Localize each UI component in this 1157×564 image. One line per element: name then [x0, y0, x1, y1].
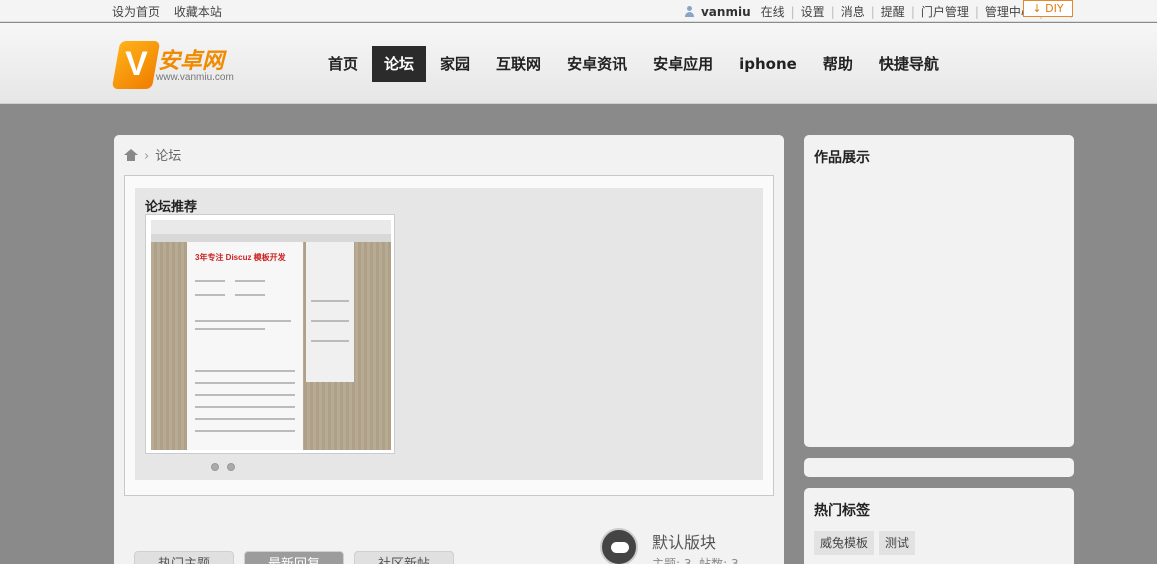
diy-button[interactable]: ↓ DIY: [1023, 0, 1073, 17]
logo-text: 安卓网: [158, 49, 225, 74]
settings-link[interactable]: 设置: [801, 5, 825, 19]
username-link[interactable]: vanmiu: [701, 5, 751, 19]
cloud-icon: [600, 528, 638, 564]
messages-link[interactable]: 消息: [841, 5, 865, 19]
top-utility-bar: 设为首页 收藏本站 vanmiu在线|设置|消息|提醒|门户管理|管理中心|退出…: [0, 0, 1157, 22]
notifications-link[interactable]: 提醒: [881, 5, 905, 19]
tab-hot-topics[interactable]: 热门主题: [134, 551, 234, 564]
nav-forum[interactable]: 论坛: [372, 46, 427, 82]
tag-list: 威兔模板 测试: [814, 531, 916, 555]
forum-stats: 主题: 3, 帖数: 3: [652, 557, 739, 564]
nav-iphone[interactable]: iphone: [727, 46, 809, 82]
slider-frame: 论坛推荐 3年专注 Discuz 模板开发: [124, 175, 774, 496]
divider: |: [870, 5, 875, 19]
slider-panel: 论坛推荐 3年专注 Discuz 模板开发: [135, 188, 763, 480]
breadcrumb: › 论坛: [124, 145, 181, 164]
logo-v-icon: V: [111, 41, 161, 89]
user-icon: [684, 6, 695, 17]
main-content: › 论坛 论坛推荐 3年专注 Discuz 模板开发 默认版块 主题: 3, 帖…: [114, 135, 784, 564]
topic-tabs: 热门主题 最新回复 社区新帖: [134, 551, 454, 564]
nav-home[interactable]: 首页: [316, 46, 370, 82]
divider: |: [974, 5, 979, 19]
nav-android-news[interactable]: 安卓资讯: [555, 46, 639, 82]
showcase-title: 作品展示: [814, 150, 870, 166]
tag-item[interactable]: 测试: [879, 531, 916, 555]
main-nav: 首页 论坛 家园 互联网 安卓资讯 安卓应用 iphone 帮助 快捷导航: [316, 46, 953, 82]
diy-label: DIY: [1045, 2, 1064, 15]
hot-tags-panel: 热门标签 威兔模板 测试: [804, 488, 1074, 564]
bookmark-link[interactable]: 收藏本站: [174, 5, 222, 19]
thumbnail-banner: 3年专注 Discuz 模板开发: [195, 253, 286, 262]
nav-help[interactable]: 帮助: [811, 46, 865, 82]
slider-dot[interactable]: [211, 463, 219, 471]
hot-tags-title: 热门标签: [814, 503, 870, 519]
top-right-links: vanmiu在线|设置|消息|提醒|门户管理|管理中心|退出: [684, 3, 1073, 20]
slider-title: 论坛推荐: [145, 200, 198, 215]
portal-admin-link[interactable]: 门户管理: [921, 5, 969, 19]
breadcrumb-current[interactable]: 论坛: [155, 149, 181, 164]
nav-quick-nav[interactable]: 快捷导航: [867, 46, 951, 82]
divider: |: [790, 5, 795, 19]
site-header: V 安卓网 www.vanmiu.com 首页 论坛 家园 互联网 安卓资讯 安…: [0, 23, 1157, 104]
nav-internet[interactable]: 互联网: [484, 46, 553, 82]
top-left-links: 设为首页 收藏本站: [112, 3, 232, 20]
slider-dot[interactable]: [227, 463, 235, 471]
home-icon[interactable]: [124, 149, 138, 161]
logo-url: www.vanmiu.com: [156, 72, 234, 83]
tab-new-posts[interactable]: 社区新帖: [354, 551, 454, 564]
slider-dots: [211, 463, 235, 471]
site-logo[interactable]: V 安卓网 www.vanmiu.com: [111, 37, 246, 95]
sidebar-spacer-panel: [804, 458, 1074, 477]
forum-name[interactable]: 默认版块: [652, 529, 716, 553]
set-home-link[interactable]: 设为首页: [112, 5, 160, 19]
nav-space[interactable]: 家园: [428, 46, 482, 82]
tag-item[interactable]: 威兔模板: [814, 531, 875, 555]
divider: |: [830, 5, 835, 19]
slide-thumbnail: 3年专注 Discuz 模板开发: [151, 220, 391, 450]
online-link[interactable]: 在线: [761, 5, 785, 19]
showcase-panel: 作品展示: [804, 135, 1074, 447]
down-arrow-icon: ↓: [1032, 2, 1042, 15]
slide-image[interactable]: 3年专注 Discuz 模板开发: [145, 214, 395, 454]
tab-latest-replies[interactable]: 最新回复: [244, 551, 344, 564]
nav-android-apps[interactable]: 安卓应用: [641, 46, 725, 82]
chevron-right-icon: ›: [144, 149, 150, 164]
divider: |: [910, 5, 915, 19]
